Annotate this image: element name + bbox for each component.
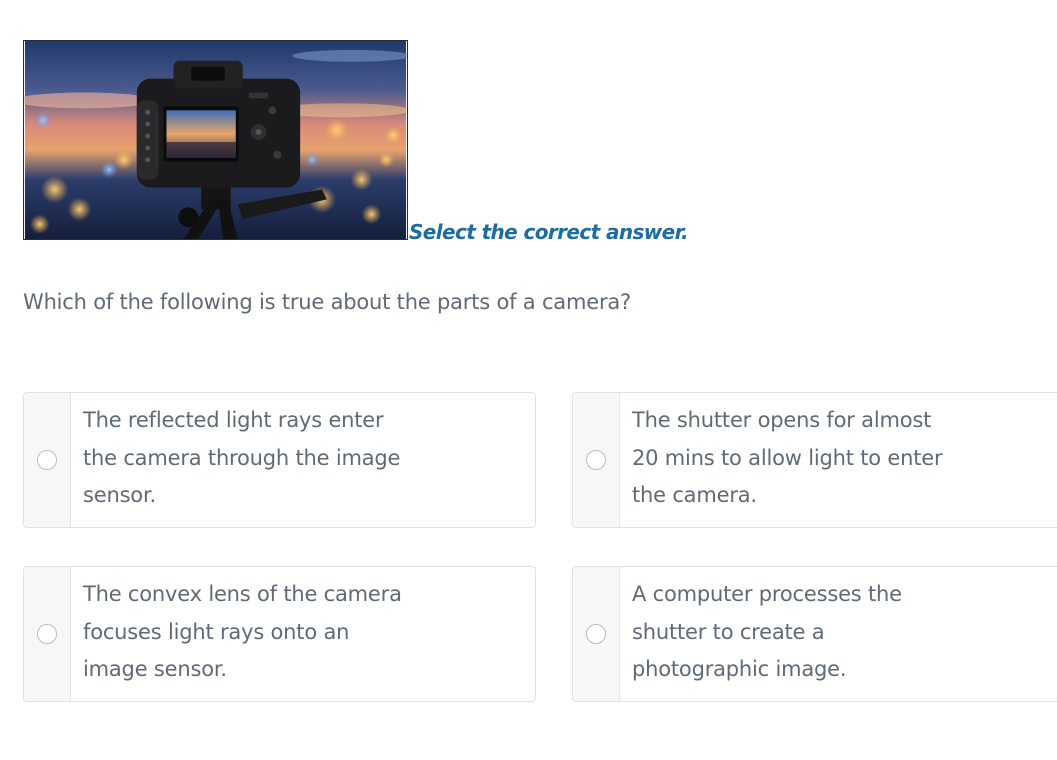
- radio-button[interactable]: [37, 450, 57, 470]
- answer-option-text: The shutter opens for almost 20 mins to …: [632, 408, 943, 507]
- radio-column[interactable]: [573, 393, 620, 527]
- radio-button[interactable]: [586, 624, 606, 644]
- question-text: Which of the following is true about the…: [23, 290, 631, 314]
- answer-option-text: The reflected light rays enter the camer…: [83, 408, 401, 507]
- radio-column[interactable]: [573, 567, 620, 701]
- answer-option-d[interactable]: A computer processes the shutter to crea…: [572, 566, 1057, 702]
- answer-option-text: A computer processes the shutter to crea…: [632, 582, 902, 681]
- radio-column[interactable]: [24, 567, 71, 701]
- instruction-text: Select the correct answer.: [409, 220, 689, 244]
- radio-button[interactable]: [586, 450, 606, 470]
- answer-option-a[interactable]: The reflected light rays enter the camer…: [23, 392, 536, 528]
- camera-photo: [23, 40, 408, 240]
- answer-option-text: The convex lens of the camera focuses li…: [83, 582, 402, 681]
- answer-option-b[interactable]: The shutter opens for almost 20 mins to …: [572, 392, 1057, 528]
- radio-button[interactable]: [37, 624, 57, 644]
- question-header: Select the correct answer.: [23, 40, 689, 244]
- answer-option-c[interactable]: The convex lens of the camera focuses li…: [23, 566, 536, 702]
- radio-column[interactable]: [24, 393, 71, 527]
